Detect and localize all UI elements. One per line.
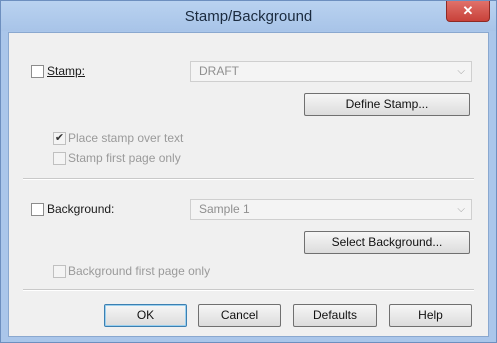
select-background-button[interactable]: Select Background... — [304, 231, 470, 254]
section-divider — [23, 178, 474, 180]
stamp-first-page-only-label: Stamp first page only — [68, 151, 181, 165]
background-label: Background: — [47, 202, 115, 216]
help-button[interactable]: Help — [389, 304, 472, 327]
stamp-checkbox[interactable] — [31, 65, 44, 78]
dialog-client-area: Stamp: DRAFT ⌵ Define Stamp... ✔ Place s… — [8, 32, 489, 337]
define-stamp-button[interactable]: Define Stamp... — [304, 93, 470, 116]
defaults-button[interactable]: Defaults — [293, 304, 377, 327]
background-select[interactable]: Sample 1 ⌵ — [190, 199, 472, 220]
ok-button[interactable]: OK — [104, 304, 187, 327]
stamp-select[interactable]: DRAFT ⌵ — [190, 61, 472, 82]
check-icon: ✔ — [54, 132, 65, 144]
title-bar: Stamp/Background ✕ — [1, 1, 496, 31]
dialog-window: Stamp/Background ✕ Stamp: DRAFT ⌵ Define… — [0, 0, 497, 343]
cancel-button[interactable]: Cancel — [198, 304, 281, 327]
background-checkbox[interactable] — [31, 203, 44, 216]
background-first-page-only-checkbox[interactable] — [53, 265, 66, 278]
background-select-value: Sample 1 — [199, 202, 250, 216]
dialog-title: Stamp/Background — [184, 8, 313, 25]
chevron-down-icon: ⌵ — [457, 66, 465, 77]
buttons-divider — [23, 289, 474, 291]
chevron-down-icon: ⌵ — [457, 204, 465, 215]
place-stamp-over-text-label: Place stamp over text — [68, 131, 184, 145]
close-icon: ✕ — [462, 3, 474, 18]
background-first-page-only-label: Background first page only — [68, 264, 211, 278]
stamp-label: Stamp: — [47, 64, 86, 78]
stamp-select-value: DRAFT — [199, 64, 239, 78]
place-stamp-over-text-checkbox[interactable]: ✔ — [53, 132, 66, 145]
stamp-first-page-only-checkbox[interactable] — [53, 152, 66, 165]
close-button[interactable]: ✕ — [446, 1, 490, 22]
